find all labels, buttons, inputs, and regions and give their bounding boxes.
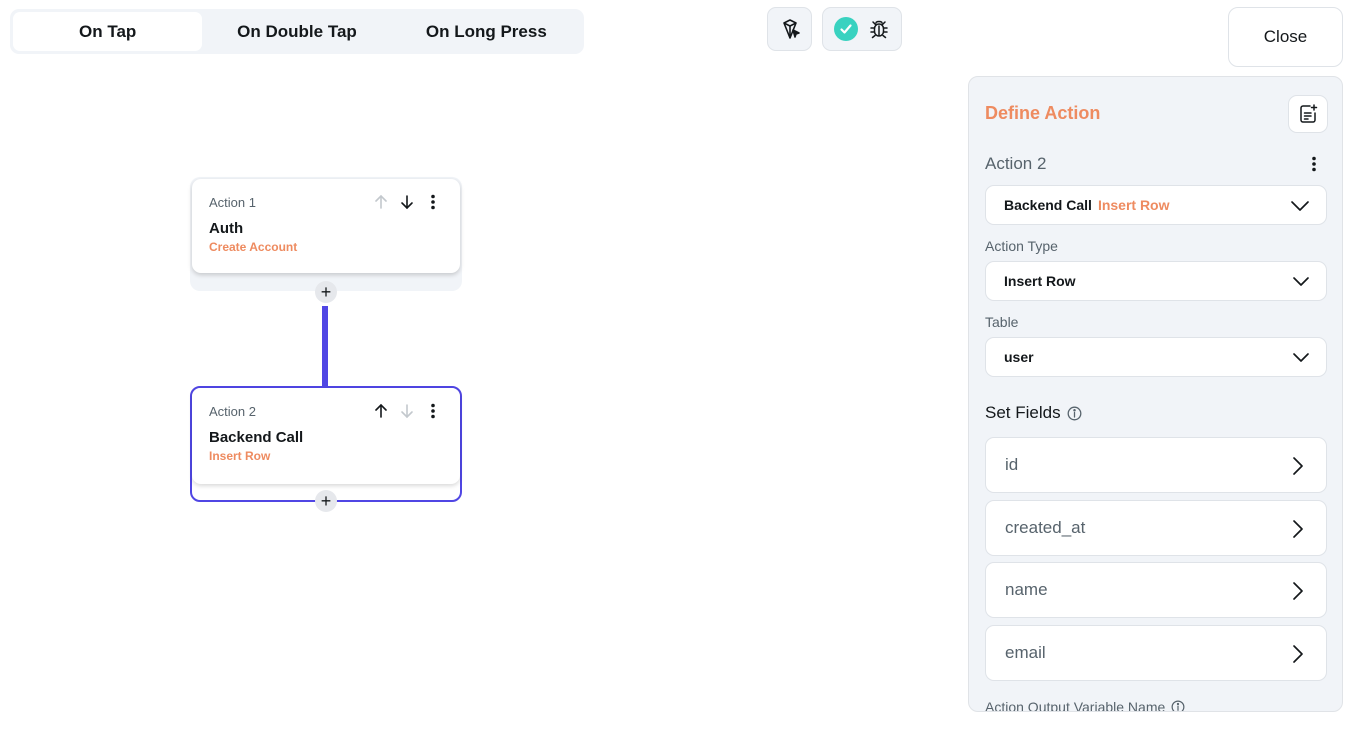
chevron-right-icon [1293, 457, 1303, 475]
action-2-container: Action 2 Backend Call Insert Row [190, 386, 462, 502]
action-type-dropdown[interactable]: Insert Row [985, 261, 1327, 301]
chevron-down-icon [1291, 201, 1309, 211]
action-select-dropdown[interactable]: Backend Call Insert Row [985, 185, 1327, 225]
action-select-sub: Insert Row [1097, 197, 1170, 213]
field-name: created_at [1005, 518, 1086, 537]
field-name: email [1005, 643, 1046, 662]
magic-cursor-icon [782, 19, 800, 39]
output-variable-label: Action Output Variable Name [985, 699, 1166, 712]
check-icon[interactable] [834, 17, 858, 41]
action-2-subtitle: Insert Row [209, 449, 271, 463]
action-card-1[interactable]: Action 1 Auth Create Account [192, 179, 460, 273]
move-up-icon[interactable] [372, 402, 390, 420]
more-vertical-icon[interactable] [424, 193, 442, 211]
action-type-label: Action Type [985, 238, 1058, 254]
field-row-name[interactable]: name [985, 562, 1327, 618]
field-row-email[interactable]: email [985, 625, 1327, 681]
define-action-panel: Define Action Action 2 Backend Call Inse… [968, 76, 1343, 712]
note-add-icon [1300, 104, 1318, 123]
trigger-tabs: On Tap On Double Tap On Long Press [10, 9, 584, 54]
action-type-value: Insert Row [1004, 273, 1076, 289]
more-vertical-icon[interactable] [424, 402, 442, 420]
output-variable-header: Action Output Variable Name [985, 699, 1185, 712]
action-select-main: Backend Call [1004, 197, 1092, 213]
action-1-title: Auth [209, 220, 244, 237]
chevron-right-icon [1293, 520, 1303, 538]
add-action-button[interactable]: + [315, 281, 337, 303]
action-connector [322, 306, 328, 386]
move-down-icon [398, 402, 416, 420]
chevron-down-icon [1293, 353, 1309, 362]
table-dropdown[interactable]: user [985, 337, 1327, 377]
tab-on-long-press[interactable]: On Long Press [392, 12, 581, 51]
tab-on-tap[interactable]: On Tap [13, 12, 203, 51]
chevron-right-icon [1293, 582, 1303, 600]
info-icon[interactable] [1171, 700, 1185, 712]
info-icon[interactable] [1067, 406, 1082, 421]
table-value: user [1004, 349, 1034, 365]
field-row-created-at[interactable]: created_at [985, 500, 1327, 556]
action-1-subtitle: Create Account [209, 240, 298, 254]
action-1-container: Action 1 Auth Create Account [190, 177, 462, 291]
table-label: Table [985, 314, 1019, 330]
action-card-2[interactable]: Action 2 Backend Call Insert Row [192, 388, 460, 484]
set-fields-label: Set Fields [985, 403, 1061, 422]
close-button[interactable]: Close [1228, 7, 1343, 67]
bug-icon[interactable] [868, 18, 890, 40]
chevron-right-icon [1293, 645, 1303, 663]
more-vertical-icon[interactable] [1306, 155, 1322, 173]
move-down-icon[interactable] [398, 193, 416, 211]
ai-action-button[interactable] [767, 7, 812, 51]
move-up-icon [372, 193, 390, 211]
action-docs-button[interactable] [1288, 95, 1328, 133]
action-2-title: Backend Call [209, 429, 304, 446]
chevron-down-icon [1293, 277, 1309, 286]
field-row-id[interactable]: id [985, 437, 1327, 493]
selected-action-name: Action 2 [985, 154, 1047, 173]
field-name: name [1005, 580, 1048, 599]
field-name: id [1005, 455, 1019, 474]
set-fields-header: Set Fields [985, 403, 1082, 423]
panel-title: Define Action [985, 103, 1101, 123]
add-action-button[interactable]: + [315, 490, 337, 512]
validation-debug-group [822, 7, 902, 51]
tab-on-double-tap[interactable]: On Double Tap [202, 12, 391, 51]
